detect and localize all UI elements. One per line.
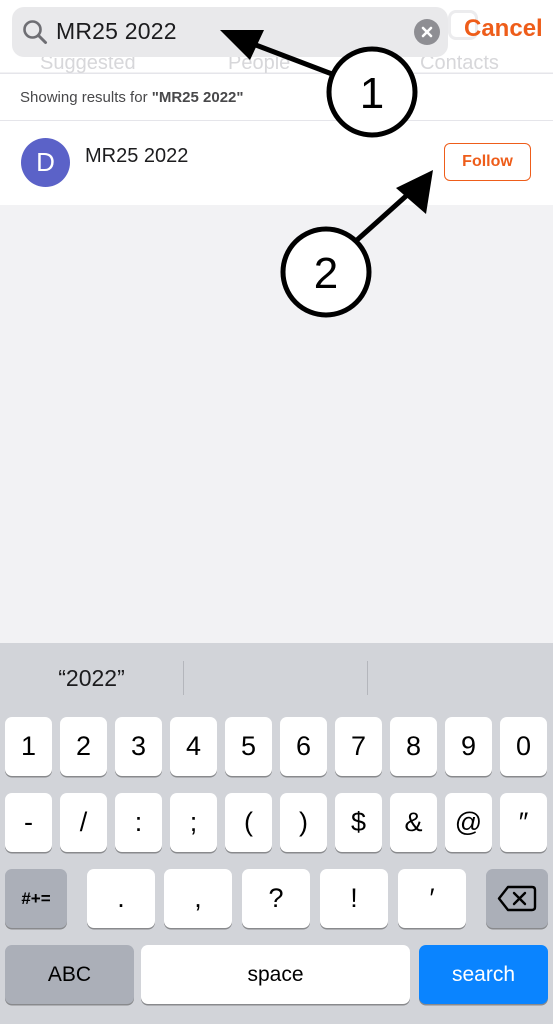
- key-open-paren[interactable]: (: [225, 793, 272, 852]
- results-label: Showing results for "MR25 2022": [20, 89, 244, 106]
- key-4[interactable]: 4: [170, 717, 217, 776]
- cancel-button[interactable]: Cancel: [464, 15, 543, 43]
- key-slash[interactable]: /: [60, 793, 107, 852]
- clear-search-button[interactable]: [414, 19, 440, 45]
- key-7[interactable]: 7: [335, 717, 382, 776]
- key-5[interactable]: 5: [225, 717, 272, 776]
- backspace-icon: [497, 885, 537, 912]
- space-key[interactable]: space: [141, 945, 410, 1004]
- suggestion-divider: [367, 661, 368, 695]
- key-ampersand[interactable]: &: [390, 793, 437, 852]
- key-8[interactable]: 8: [390, 717, 437, 776]
- key-dollar[interactable]: $: [335, 793, 382, 852]
- abc-key[interactable]: ABC: [5, 945, 134, 1004]
- result-name: MR25 2022: [85, 145, 189, 167]
- backspace-key[interactable]: [486, 869, 548, 928]
- key-1[interactable]: 1: [5, 717, 52, 776]
- search-header: Suggested People Contacts MR25 2022 Canc…: [0, 0, 553, 74]
- key-semicolon[interactable]: ;: [170, 793, 217, 852]
- key-6[interactable]: 6: [280, 717, 327, 776]
- key-at[interactable]: @: [445, 793, 492, 852]
- key-close-paren[interactable]: ): [280, 793, 327, 852]
- search-key[interactable]: search: [419, 945, 548, 1004]
- search-input[interactable]: MR25 2022: [12, 7, 448, 57]
- avatar: D: [21, 138, 70, 187]
- follow-button[interactable]: Follow: [444, 143, 531, 181]
- keyboard: “2022” 1 2 3 4 5 6 7 8 9 0 - / : ; ( ) $…: [0, 643, 553, 1024]
- close-icon: [421, 26, 433, 38]
- suggestion-divider: [183, 661, 184, 695]
- suggestion-1[interactable]: “2022”: [0, 665, 183, 692]
- key-double-quote[interactable]: ″: [500, 793, 547, 852]
- key-9[interactable]: 9: [445, 717, 492, 776]
- key-colon[interactable]: :: [115, 793, 162, 852]
- key-comma[interactable]: ,: [164, 869, 232, 928]
- annotation-2-label: 2: [314, 249, 338, 298]
- results-query: "MR25 2022": [151, 89, 244, 106]
- key-hyphen[interactable]: -: [5, 793, 52, 852]
- key-apostrophe[interactable]: ′: [398, 869, 466, 928]
- key-3[interactable]: 3: [115, 717, 162, 776]
- results-header: Showing results for "MR25 2022": [0, 73, 553, 121]
- suggestion-bar: “2022”: [0, 643, 553, 713]
- results-label-prefix: Showing results for: [20, 89, 152, 106]
- key-exclamation[interactable]: !: [320, 869, 388, 928]
- key-2[interactable]: 2: [60, 717, 107, 776]
- search-input-value[interactable]: MR25 2022: [56, 18, 177, 45]
- key-period[interactable]: .: [87, 869, 155, 928]
- key-0[interactable]: 0: [500, 717, 547, 776]
- search-icon: [22, 19, 48, 45]
- search-result-row[interactable]: D MR25 2022 Follow: [0, 121, 553, 205]
- more-symbols-key[interactable]: #+=: [5, 869, 67, 928]
- key-question[interactable]: ?: [242, 869, 310, 928]
